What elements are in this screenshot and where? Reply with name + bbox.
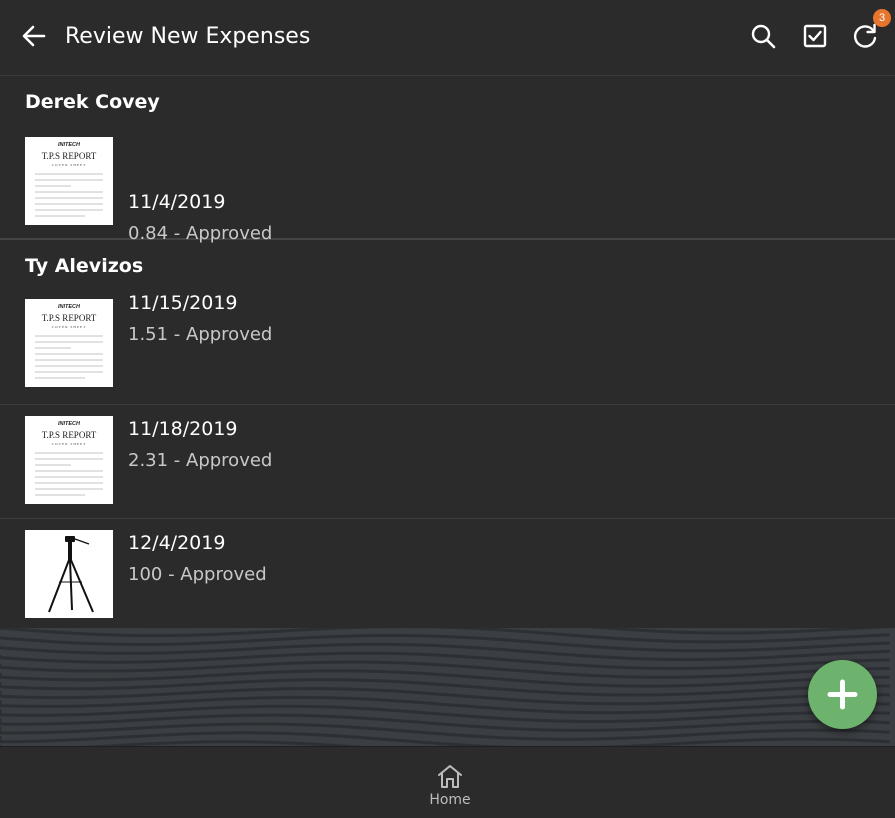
top-app-bar: Review New Expenses 3 [0, 0, 895, 76]
receipt-thumbnail: INITECH T.P.S REPORT COVER SHEET [25, 299, 113, 387]
group-header-ty-alevizos: Ty Alevizos [0, 239, 895, 291]
expense-date: 11/4/2019 [128, 191, 226, 213]
app-root: Review New Expenses 3 Derek Covey INITEC… [0, 0, 895, 818]
tps-title: T.P.S REPORT [42, 313, 97, 323]
page-title: Review New Expenses [65, 24, 311, 49]
wave-line [0, 642, 891, 662]
expense-item[interactable]: 12/4/2019 100 - Approved [0, 519, 895, 633]
expense-date: 11/15/2019 [128, 292, 238, 314]
tps-title: T.P.S REPORT [42, 430, 97, 440]
plus-icon [827, 679, 858, 710]
select-button[interactable] [799, 20, 831, 52]
expense-date: 12/4/2019 [128, 532, 226, 554]
expense-status: 0.84 - Approved [128, 223, 273, 244]
tps-brand: INITECH [58, 142, 81, 148]
tps-title: T.P.S REPORT [42, 151, 97, 161]
wave-line [0, 634, 891, 653]
expense-status: 2.31 - Approved [128, 450, 273, 471]
tps-brand: INITECH [58, 421, 81, 427]
notification-badge: 3 [873, 9, 891, 27]
home-icon [438, 765, 462, 788]
search-button[interactable] [747, 20, 779, 52]
expense-list: Derek Covey INITECH T.P.S REPORT COVER S… [0, 76, 895, 633]
search-icon [751, 24, 776, 49]
background-pattern [0, 628, 895, 746]
checkbox-icon [803, 24, 827, 48]
tripod-image [25, 530, 113, 618]
arrow-left-icon [22, 25, 46, 47]
nav-home[interactable]: Home [410, 747, 490, 818]
group-header-derek-covey: Derek Covey [25, 91, 160, 113]
tps-subtitle: COVER SHEET [52, 163, 87, 167]
expense-item[interactable]: INITECH T.P.S REPORT COVER SHEET 11/4/20… [0, 128, 895, 244]
expense-status: 1.51 - Approved [128, 324, 273, 345]
receipt-thumbnail: INITECH T.P.S REPORT COVER SHEET [25, 137, 113, 225]
receipt-thumbnail [25, 530, 113, 618]
add-expense-button[interactable] [808, 660, 877, 729]
wave-line [0, 628, 891, 644]
tps-subtitle: COVER SHEET [52, 442, 87, 446]
back-button[interactable] [18, 20, 50, 52]
bottom-navigation: Home [0, 746, 895, 818]
expense-date: 11/18/2019 [128, 418, 238, 440]
nav-home-label: Home [429, 792, 471, 808]
expense-status: 100 - Approved [128, 564, 267, 585]
receipt-thumbnail: INITECH T.P.S REPORT COVER SHEET [25, 416, 113, 504]
expense-item[interactable]: INITECH T.P.S REPORT COVER SHEET 11/15/2… [0, 291, 895, 405]
tps-brand: INITECH [58, 304, 81, 310]
expense-item[interactable]: INITECH T.P.S REPORT COVER SHEET 11/18/2… [0, 405, 895, 519]
tps-subtitle: COVER SHEET [52, 325, 87, 329]
